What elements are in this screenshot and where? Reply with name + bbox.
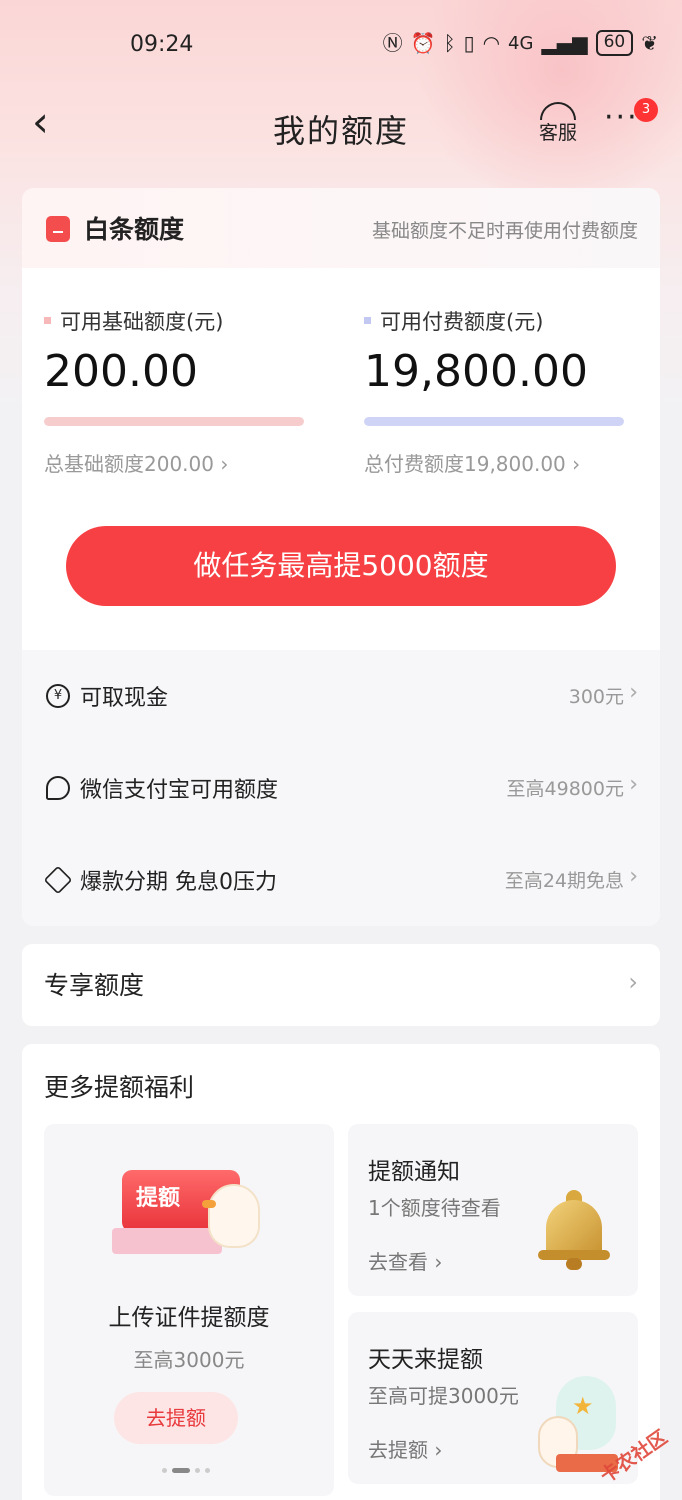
bell-body — [546, 1200, 602, 1256]
list-item-value: 至高49800元 — [506, 778, 624, 800]
bluetooth-icon: ᛒ — [443, 31, 456, 55]
list-item-wechat-alipay[interactable]: 微信支付宝可用额度 至高49800元 › — [22, 742, 660, 834]
notification-badge: 3 — [634, 98, 658, 122]
daily-raise-tile[interactable]: 天天来提额 至高可提3000元 去提额 › ★ — [348, 1312, 638, 1484]
upload-id-sub: 至高3000元 — [133, 1348, 245, 1372]
credit-card-header: 白条额度 基础额度不足时再使用付费额度 — [22, 188, 660, 268]
carousel-dot — [162, 1468, 167, 1473]
yuan-icon: ¥ — [46, 684, 70, 708]
wifi-icon: ◠ — [482, 31, 501, 55]
paid-dot — [364, 317, 371, 324]
list-item-label: 可取现金 — [80, 686, 169, 711]
status-icons: Ⓝ ⏰ ᛒ ▯ ◠ 4G ▂▄▆ 60 ❦ — [383, 30, 658, 56]
raise-notice-tile[interactable]: 提额通知 1个额度待查看 去查看 › — [348, 1124, 638, 1296]
task-raise-limit-button[interactable]: 做任务最高提5000额度 — [66, 526, 616, 606]
diamond-icon — [43, 865, 73, 895]
basic-dot — [44, 317, 51, 324]
network-type: 4G — [508, 32, 534, 54]
list-item-value: 300元 — [568, 686, 624, 708]
credit-card: 白条额度 基础额度不足时再使用付费额度 可用基础额度(元) 200.00 总基础… — [22, 188, 660, 926]
signal-icon: ▂▄▆ — [541, 31, 588, 55]
credit-note: 基础额度不足时再使用付费额度 — [371, 220, 638, 242]
status-time: 09:24 — [130, 32, 194, 57]
exclusive-quota-row[interactable]: 专享额度 › — [22, 944, 660, 1026]
chevron-right-icon: › — [629, 680, 638, 705]
basic-quota-bar — [44, 417, 304, 426]
more-benefits-title: 更多提额福利 — [44, 1073, 195, 1102]
credit-title: 白条额度 — [84, 215, 185, 244]
chevron-right-icon: › — [628, 968, 638, 996]
promo-illustration: 提额 — [112, 1164, 272, 1264]
customer-service-label: 客服 — [538, 122, 577, 144]
paid-quota-value: 19,800.00 — [364, 346, 588, 397]
more-benefits-card: 更多提额福利 提额 上传证件提额度 至高3000元 去提额 提额通知 1个额度待… — [22, 1044, 660, 1500]
star-icon: ★ — [572, 1392, 594, 1420]
cash-stack-illustration — [112, 1228, 222, 1254]
list-item-cash[interactable]: ¥ 可取现金 300元 › — [22, 650, 660, 742]
battery-indicator: 60 — [595, 30, 634, 56]
duck-mascot-icon — [202, 1184, 260, 1248]
basic-quota-total-link[interactable]: 总基础额度200.00 › — [44, 448, 304, 477]
bell-clapper — [566, 1258, 582, 1270]
basic-quota-bar-fill — [44, 417, 304, 426]
exclusive-quota-label: 专享额度 — [44, 971, 145, 1000]
upload-id-title: 上传证件提额度 — [108, 1305, 270, 1331]
notice-sub: 1个额度待查看 — [368, 1196, 501, 1220]
leaf-icon: ❦ — [641, 31, 658, 55]
nfc-icon: Ⓝ — [382, 31, 403, 55]
chat-icon — [46, 776, 70, 800]
vibrate-icon: ▯ — [463, 31, 475, 55]
paid-quota-label: 可用付费额度(元) — [380, 310, 544, 334]
bell-icon — [538, 1190, 610, 1270]
basic-quota: 可用基础额度(元) 200.00 总基础额度200.00 › — [44, 306, 304, 477]
notice-title: 提额通知 — [368, 1159, 460, 1185]
carousel-dot-active — [172, 1468, 190, 1473]
alarm-icon: ⏰ — [410, 31, 436, 55]
carousel-dot — [205, 1468, 210, 1473]
customer-service-button[interactable]: 客服 — [536, 102, 580, 156]
paid-quota-label-wrap: 可用付费额度(元) — [364, 306, 624, 336]
daily-link[interactable]: 去提额 › — [368, 1434, 442, 1463]
list-item-installment[interactable]: 爆款分期 免息0压力 至高24期免息 › — [22, 834, 660, 926]
nav-header: ‹ 我的额度 客服 ··· — [0, 90, 682, 162]
carousel-dot — [195, 1468, 200, 1473]
paid-quota-bar — [364, 417, 624, 426]
paid-quota: 可用付费额度(元) 19,800.00 总付费额度19,800.00 › — [364, 306, 624, 477]
list-item-value: 至高24期免息 — [504, 870, 624, 892]
list-item-label: 爆款分期 免息0压力 — [80, 870, 277, 895]
upload-id-tile[interactable]: 提额 上传证件提额度 至高3000元 去提额 — [44, 1124, 334, 1496]
status-bar: 09:24 Ⓝ ⏰ ᛒ ▯ ◠ 4G ▂▄▆ 60 ❦ — [0, 0, 682, 90]
go-raise-button[interactable]: 去提额 — [114, 1392, 238, 1444]
list-item-label: 微信支付宝可用额度 — [80, 778, 279, 803]
carousel-dots — [162, 1468, 210, 1473]
basic-quota-label-wrap: 可用基础额度(元) — [44, 306, 304, 336]
daily-sub: 至高可提3000元 — [368, 1384, 519, 1408]
credit-options-list: ¥ 可取现金 300元 › 微信支付宝可用额度 至高49800元 › 爆款分期 … — [22, 650, 660, 926]
basic-quota-label: 可用基础额度(元) — [60, 310, 224, 334]
paid-quota-bar-fill — [364, 417, 624, 426]
daily-title: 天天来提额 — [368, 1347, 483, 1373]
chevron-right-icon: › — [629, 772, 638, 797]
chevron-right-icon: › — [629, 864, 638, 889]
paid-quota-total-link[interactable]: 总付费额度19,800.00 › — [364, 448, 624, 477]
basic-quota-value: 200.00 — [44, 346, 198, 397]
credit-card-icon — [46, 216, 70, 242]
notice-link[interactable]: 去查看 › — [368, 1246, 442, 1275]
